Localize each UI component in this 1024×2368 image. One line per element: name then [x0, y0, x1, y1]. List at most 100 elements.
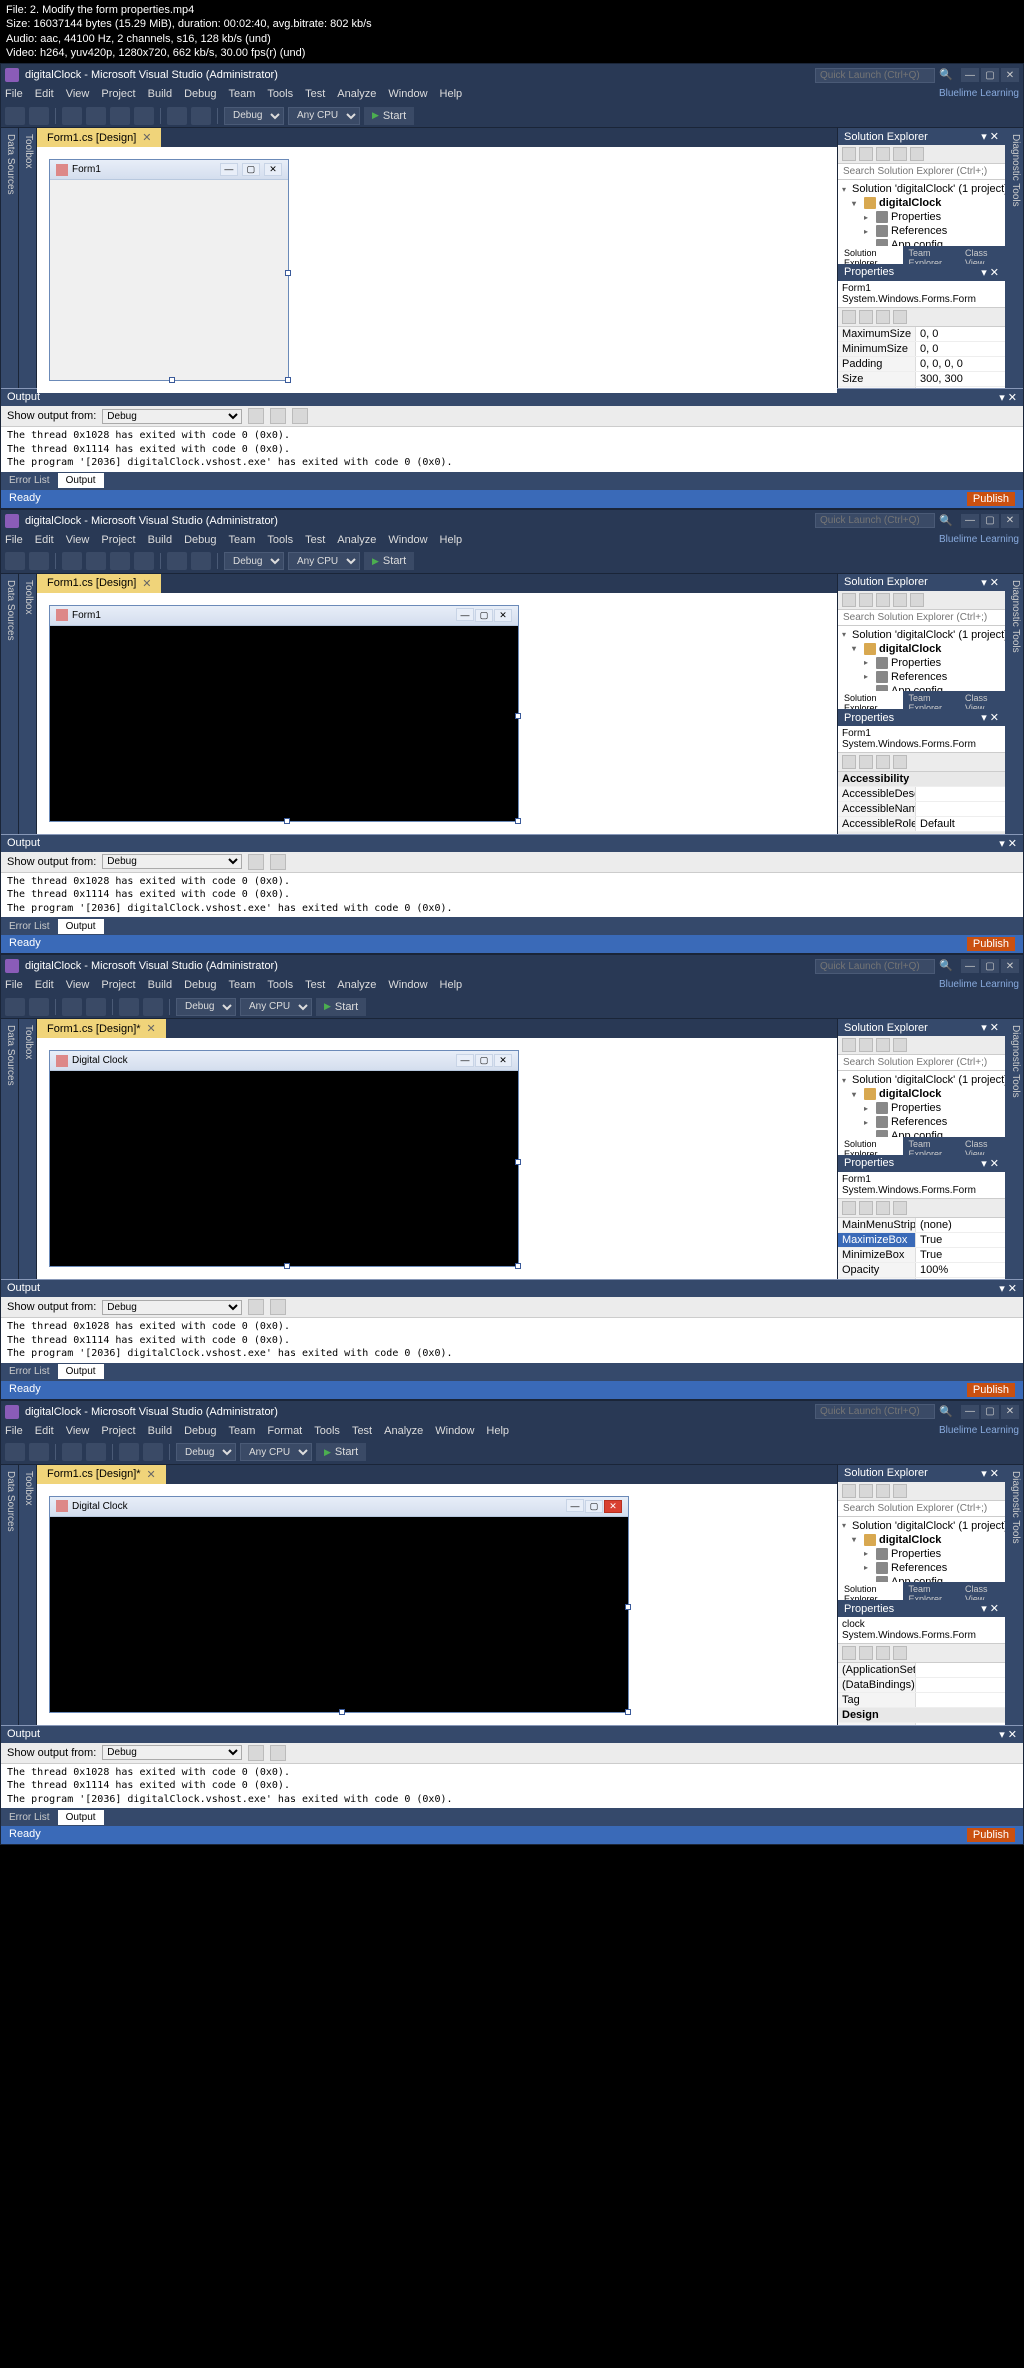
- save-all-icon[interactable]: [134, 107, 154, 125]
- form-designer[interactable]: Digital Clock—▢✕: [49, 1050, 519, 1267]
- menu-debug[interactable]: Debug: [184, 534, 216, 548]
- start-button[interactable]: Start: [316, 1443, 366, 1461]
- menu-project[interactable]: Project: [101, 88, 135, 102]
- nav-fwd-icon[interactable]: [29, 998, 49, 1016]
- menu-tools[interactable]: Tools: [267, 979, 293, 993]
- wrap-icon[interactable]: [270, 1745, 286, 1761]
- prop-category[interactable]: Design: [838, 1708, 1005, 1723]
- tab-team-explorer[interactable]: Team Explorer: [903, 1582, 959, 1600]
- prop-row[interactable]: Tag: [838, 1693, 1005, 1708]
- tab-output[interactable]: Output: [58, 1810, 104, 1825]
- prop-row[interactable]: MinimumSize0, 0: [838, 342, 1005, 357]
- platform-dropdown[interactable]: Any CPU: [240, 1443, 312, 1461]
- prop-row[interactable]: AccessibleDescription: [838, 787, 1005, 802]
- nav-back-icon[interactable]: [5, 998, 25, 1016]
- design-surface[interactable]: Form1 — ▢ ✕: [37, 147, 837, 393]
- save-icon[interactable]: [110, 552, 130, 570]
- solution-tree[interactable]: ▾Solution 'digitalClock' (1 project) ▾di…: [838, 1517, 1005, 1583]
- tab-output[interactable]: Output: [58, 1364, 104, 1379]
- menu-team[interactable]: Team: [229, 88, 256, 102]
- menu-analyze[interactable]: Analyze: [337, 534, 376, 548]
- undo-icon[interactable]: [119, 1443, 139, 1461]
- menu-view[interactable]: View: [66, 88, 90, 102]
- props-icon[interactable]: [876, 310, 890, 324]
- clear-icon[interactable]: [248, 854, 264, 870]
- menu-file[interactable]: File: [5, 979, 23, 993]
- menu-test[interactable]: Test: [305, 979, 325, 993]
- solution-tree[interactable]: ▾Solution 'digitalClock' (1 project) ▾di…: [838, 1071, 1005, 1137]
- menu-test[interactable]: Test: [305, 534, 325, 548]
- tab-solution-explorer[interactable]: Solution Explorer: [838, 1137, 903, 1155]
- tab-team-explorer[interactable]: Team Explorer: [903, 246, 959, 264]
- document-tab[interactable]: Form1.cs [Design]*✕: [37, 1465, 166, 1484]
- tab-class-view[interactable]: Class View: [959, 1137, 1005, 1155]
- redo-icon[interactable]: [143, 998, 163, 1016]
- close-tab-icon[interactable]: ✕: [142, 131, 151, 144]
- menu-tools[interactable]: Tools: [314, 1425, 340, 1439]
- undo-icon[interactable]: [119, 998, 139, 1016]
- goto-icon[interactable]: [292, 408, 308, 424]
- search-solution-input[interactable]: [839, 611, 1004, 624]
- menu-analyze[interactable]: Analyze: [384, 1425, 423, 1439]
- clear-icon[interactable]: [248, 408, 264, 424]
- nav-fwd-icon[interactable]: [29, 107, 49, 125]
- side-tab-toolbox[interactable]: Toolbox: [19, 574, 37, 834]
- home-icon[interactable]: [842, 1484, 856, 1498]
- tab-error-list[interactable]: Error List: [1, 1364, 58, 1379]
- home-icon[interactable]: [842, 1038, 856, 1052]
- categorized-icon[interactable]: [842, 1646, 856, 1660]
- platform-dropdown[interactable]: Any CPU: [288, 552, 360, 570]
- close-tab-icon[interactable]: ✕: [147, 1468, 156, 1481]
- menu-window[interactable]: Window: [435, 1425, 474, 1439]
- clear-icon[interactable]: [248, 1299, 264, 1315]
- menu-tools[interactable]: Tools: [267, 534, 293, 548]
- save-all-icon[interactable]: [86, 1443, 106, 1461]
- show-all-icon[interactable]: [893, 1038, 907, 1052]
- menu-team[interactable]: Team: [229, 534, 256, 548]
- output-text[interactable]: The thread 0x1028 has exited with code 0…: [1, 873, 1023, 918]
- publish-button[interactable]: Publish: [967, 492, 1015, 506]
- config-dropdown[interactable]: Debug: [176, 998, 236, 1016]
- menu-edit[interactable]: Edit: [35, 1425, 54, 1439]
- menu-format[interactable]: Format: [267, 1425, 302, 1439]
- refresh-icon[interactable]: [859, 1484, 873, 1498]
- output-text[interactable]: The thread 0x1028 has exited with code 0…: [1, 427, 1023, 472]
- side-tab-diagnostic[interactable]: Diagnostic Tools: [1005, 1019, 1023, 1279]
- wrap-icon[interactable]: [270, 1299, 286, 1315]
- menu-window[interactable]: Window: [388, 534, 427, 548]
- design-surface[interactable]: Form1 —▢✕: [37, 593, 837, 834]
- output-text[interactable]: The thread 0x1028 has exited with code 0…: [1, 1318, 1023, 1363]
- prop-row[interactable]: StartPositionWindowsDefaultLocatio: [838, 387, 1005, 389]
- props-icon[interactable]: [876, 1646, 890, 1660]
- alpha-icon[interactable]: [859, 755, 873, 769]
- collapse-icon[interactable]: [876, 1038, 890, 1052]
- clear-icon[interactable]: [248, 1745, 264, 1761]
- prop-category[interactable]: Accessibility: [838, 772, 1005, 787]
- prop-row[interactable]: Size300, 300: [838, 372, 1005, 387]
- nav-back-icon[interactable]: [5, 107, 25, 125]
- menu-build[interactable]: Build: [148, 979, 172, 993]
- nav-back-icon[interactable]: [5, 1443, 25, 1461]
- tab-class-view[interactable]: Class View: [959, 1582, 1005, 1600]
- design-surface[interactable]: Digital Clock—▢✕: [37, 1484, 837, 1725]
- side-tab-data-sources[interactable]: Data Sources: [1, 1019, 19, 1279]
- menu-debug[interactable]: Debug: [184, 979, 216, 993]
- config-dropdown[interactable]: Debug: [224, 552, 284, 570]
- prop-row[interactable]: MinimizeBoxTrue: [838, 1248, 1005, 1263]
- save-icon[interactable]: [62, 1443, 82, 1461]
- refresh-icon[interactable]: [859, 1038, 873, 1052]
- menu-edit[interactable]: Edit: [35, 88, 54, 102]
- collapse-icon[interactable]: [876, 147, 890, 161]
- show-all-icon[interactable]: [893, 1484, 907, 1498]
- config-dropdown[interactable]: Debug: [176, 1443, 236, 1461]
- menu-build[interactable]: Build: [148, 1425, 172, 1439]
- menu-analyze[interactable]: Analyze: [337, 979, 376, 993]
- prop-row[interactable]: MaximumSize0, 0: [838, 327, 1005, 342]
- tab-solution-explorer[interactable]: Solution Explorer: [838, 246, 903, 264]
- tab-solution-explorer[interactable]: Solution Explorer: [838, 691, 903, 709]
- tab-output[interactable]: Output: [58, 473, 104, 488]
- home-icon[interactable]: [842, 147, 856, 161]
- menu-project[interactable]: Project: [101, 1425, 135, 1439]
- prop-row[interactable]: Opacity100%: [838, 1263, 1005, 1278]
- menu-test[interactable]: Test: [352, 1425, 372, 1439]
